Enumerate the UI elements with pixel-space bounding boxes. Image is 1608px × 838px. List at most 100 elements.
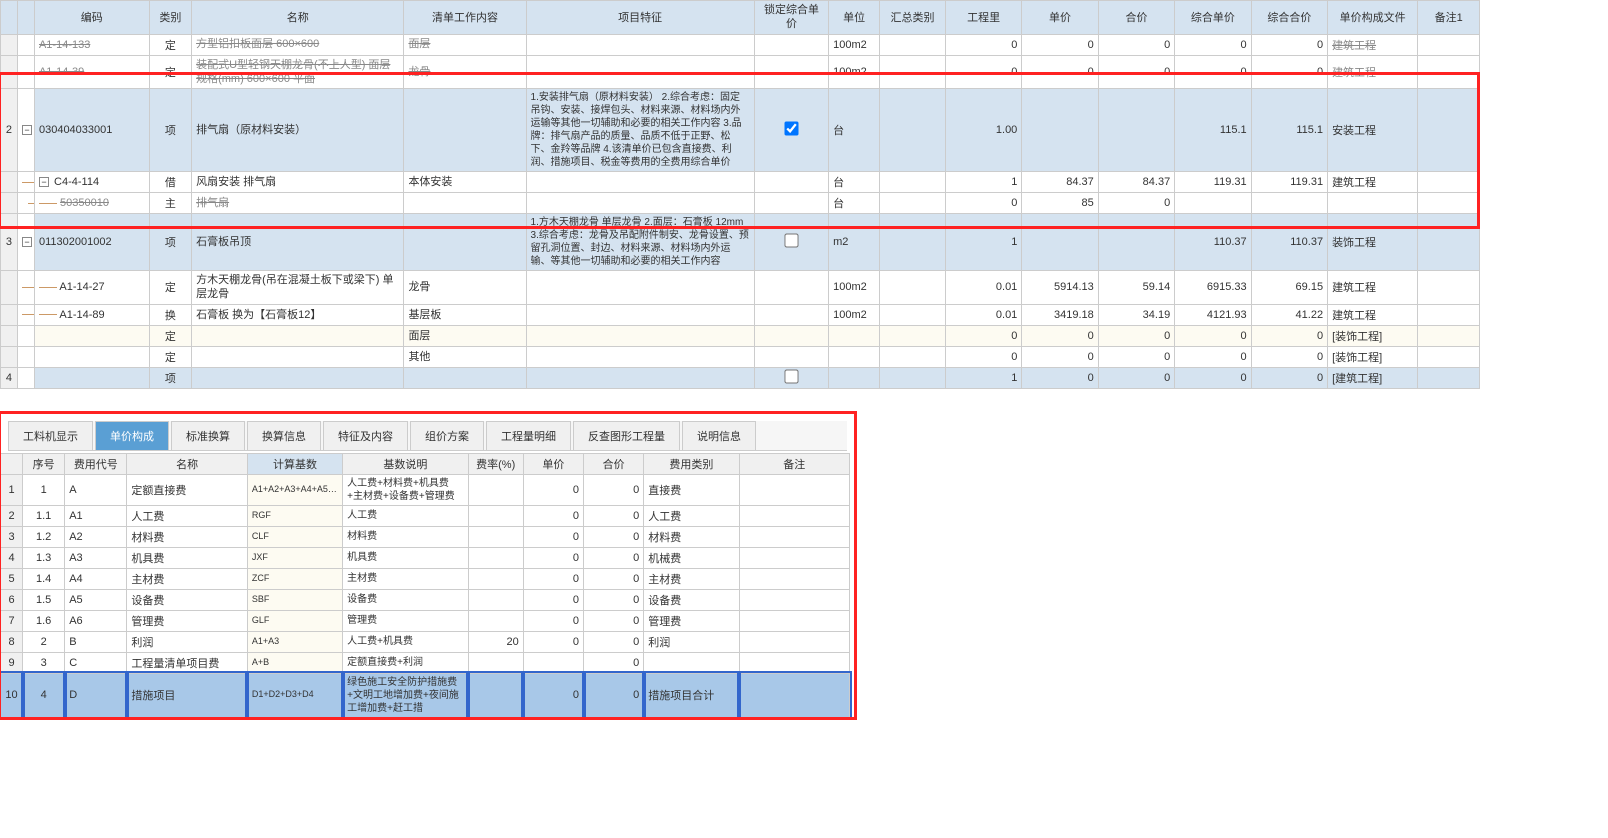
cell[interactable]: 030404033001 xyxy=(34,89,149,172)
tab-0[interactable]: 工料机显示 xyxy=(8,421,93,450)
cell[interactable]: 100m2 xyxy=(829,55,880,89)
table-row[interactable]: A1-14-27定方木天棚龙骨(吊在混凝土板下或梁下) 单层龙骨龙骨100m20… xyxy=(1,271,1480,305)
cell[interactable] xyxy=(754,271,828,305)
cell[interactable]: 1 xyxy=(945,214,1021,271)
cell[interactable]: 机械费 xyxy=(644,547,739,568)
cell[interactable] xyxy=(1418,55,1480,89)
cell[interactable] xyxy=(1418,325,1480,346)
table-row[interactable]: 2−030404033001项排气扇（原材料安装）1.安装排气扇（原材料安装） … xyxy=(1,89,1480,172)
cell[interactable]: 面层 xyxy=(404,325,526,346)
cell[interactable]: 1.2 xyxy=(23,526,65,547)
cell[interactable]: 0 xyxy=(945,193,1021,214)
cell[interactable]: 20 xyxy=(468,631,523,652)
cell[interactable]: 0 xyxy=(523,568,583,589)
cell[interactable] xyxy=(880,34,946,55)
cell[interactable]: 0 xyxy=(1098,325,1174,346)
cell[interactable]: 0.01 xyxy=(945,304,1021,325)
cell[interactable]: A1-14-133 xyxy=(34,34,149,55)
cell[interactable]: 材料费 xyxy=(644,526,739,547)
cell[interactable] xyxy=(526,193,754,214)
cell[interactable] xyxy=(739,631,849,652)
cell[interactable]: 3 xyxy=(23,652,65,673)
cell[interactable]: JXF xyxy=(247,547,342,568)
cell[interactable]: [装饰工程] xyxy=(1328,325,1418,346)
cell[interactable]: 绿色施工安全防护措施费+文明工地增加费+夜间施工增加费+赶工措 xyxy=(343,673,468,717)
cell[interactable]: 台 xyxy=(829,172,880,193)
tab-7[interactable]: 反查图形工程量 xyxy=(573,421,680,450)
cell[interactable] xyxy=(34,325,149,346)
tab-5[interactable]: 组价方案 xyxy=(410,421,484,450)
cell[interactable]: 0 xyxy=(584,568,644,589)
cell[interactable] xyxy=(17,304,34,325)
cell[interactable] xyxy=(404,367,526,388)
cell[interactable]: 台 xyxy=(829,193,880,214)
cell[interactable] xyxy=(34,346,149,367)
cell[interactable]: 机具费 xyxy=(343,547,468,568)
cell[interactable] xyxy=(880,304,946,325)
bot-header-7[interactable]: 单价 xyxy=(523,453,583,474)
cell[interactable] xyxy=(1418,193,1480,214)
cell[interactable]: 建筑工程 xyxy=(1328,34,1418,55)
top-header-11[interactable]: 单价 xyxy=(1022,1,1098,35)
cell[interactable]: 台 xyxy=(829,89,880,172)
cell[interactable] xyxy=(739,526,849,547)
cell[interactable] xyxy=(1,346,18,367)
cell[interactable] xyxy=(829,325,880,346)
cell[interactable] xyxy=(468,526,523,547)
top-grid[interactable]: 编码类别名称清单工作内容项目特征锁定综合单价单位汇总类别工程里单价合价综合单价综… xyxy=(0,0,1480,389)
cell[interactable]: 定额直接费 xyxy=(127,474,247,505)
top-header-7[interactable]: 锁定综合单价 xyxy=(754,1,828,35)
cell[interactable]: 0 xyxy=(1022,346,1098,367)
cell[interactable] xyxy=(468,610,523,631)
table-row[interactable]: 41.3A3机具费JXF机具费00机械费 xyxy=(1,547,850,568)
cell[interactable]: 1.方木天棚龙骨 单层龙骨 2.面层：石膏板 12mm 3.综合考虑：龙骨及吊配… xyxy=(526,214,754,271)
cell[interactable] xyxy=(1328,193,1418,214)
cell[interactable] xyxy=(17,34,34,55)
cell[interactable]: 110.37 xyxy=(1175,214,1251,271)
cell[interactable] xyxy=(754,172,828,193)
cell[interactable]: 100m2 xyxy=(829,34,880,55)
cell[interactable]: 59.14 xyxy=(1098,271,1174,305)
cell[interactable] xyxy=(526,55,754,89)
cell[interactable]: A1-14-27 xyxy=(34,271,149,305)
cell[interactable]: 34.19 xyxy=(1098,304,1174,325)
cell[interactable] xyxy=(1418,172,1480,193)
cell[interactable] xyxy=(523,652,583,673)
cell[interactable]: 石膏板吊顶 xyxy=(192,214,404,271)
cell[interactable] xyxy=(17,271,34,305)
cell[interactable] xyxy=(1,55,18,89)
cell[interactable]: 0.01 xyxy=(945,271,1021,305)
cell[interactable]: 0 xyxy=(1251,55,1327,89)
cell[interactable] xyxy=(1418,89,1480,172)
table-row[interactable]: 93C工程量清单项目费A+B定额直接费+利润0 xyxy=(1,652,850,673)
cell[interactable]: 0 xyxy=(1022,325,1098,346)
table-row[interactable]: A1-14-133定方型铝扣板面层 600×600面层100m200000建筑工… xyxy=(1,34,1480,55)
cell[interactable]: 115.1 xyxy=(1175,89,1251,172)
cell[interactable]: 5914.13 xyxy=(1022,271,1098,305)
table-row[interactable]: − C4-4-114借风扇安装 排气扇本体安装台184.3784.37119.3… xyxy=(1,172,1480,193)
cell[interactable] xyxy=(754,193,828,214)
cell[interactable]: 主材费 xyxy=(644,568,739,589)
cell[interactable]: 人工费 xyxy=(644,505,739,526)
cell[interactable] xyxy=(1,172,18,193)
lock-checkbox[interactable] xyxy=(784,234,798,248)
cell[interactable]: 0 xyxy=(523,673,583,717)
cell[interactable] xyxy=(880,367,946,388)
cell[interactable]: 50350010 xyxy=(34,193,149,214)
bot-header-6[interactable]: 费率(%) xyxy=(468,453,523,474)
cell[interactable]: 材料费 xyxy=(127,526,247,547)
cell[interactable]: 建筑工程 xyxy=(1328,304,1418,325)
cell[interactable]: 安装工程 xyxy=(1328,89,1418,172)
cell[interactable] xyxy=(1,193,18,214)
cell[interactable]: 3 xyxy=(1,526,23,547)
cell[interactable]: 项 xyxy=(149,214,191,271)
cell[interactable]: 0 xyxy=(1022,55,1098,89)
cell[interactable]: 9 xyxy=(1,652,23,673)
cell[interactable]: D xyxy=(65,673,127,717)
cell[interactable] xyxy=(526,304,754,325)
cell[interactable]: 0 xyxy=(945,55,1021,89)
lock-checkbox[interactable] xyxy=(784,369,798,383)
table-row[interactable]: 11A定额直接费A1+A2+A3+A4+A5+A6人工费+材料费+机具费+主材费… xyxy=(1,474,850,505)
cell[interactable]: 0 xyxy=(584,610,644,631)
cell[interactable]: 100m2 xyxy=(829,304,880,325)
